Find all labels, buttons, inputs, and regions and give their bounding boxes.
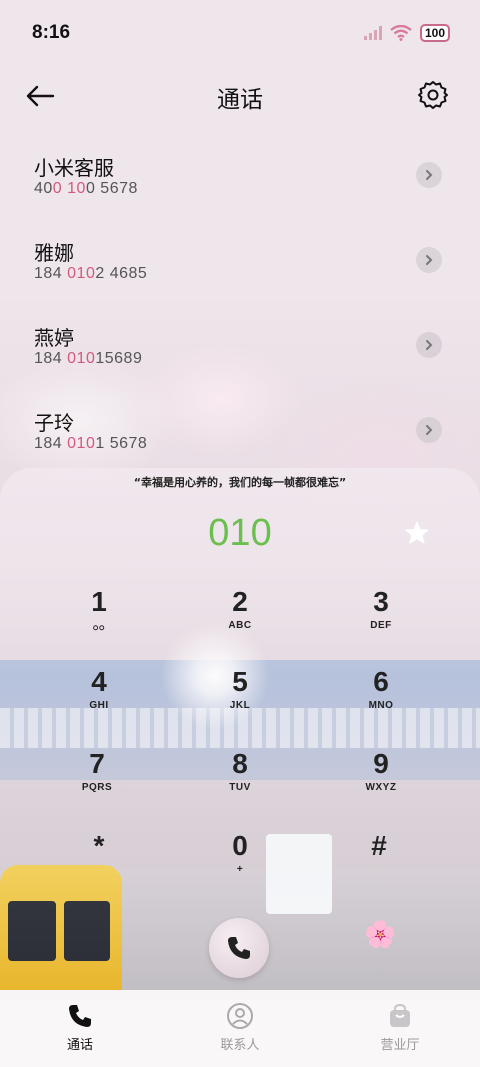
contact-number: 184 0102 4685 bbox=[34, 265, 147, 283]
page-title: 通话 bbox=[217, 87, 263, 113]
nav-tab-contacts[interactable]: 联系人 bbox=[160, 990, 320, 1067]
key-letters: + bbox=[236, 864, 244, 875]
chevron-right-icon[interactable] bbox=[416, 332, 442, 358]
key-digit: 3 bbox=[373, 586, 389, 617]
key-letters: ABC bbox=[228, 620, 252, 631]
number-match: 0 bbox=[52, 180, 63, 197]
key-digit: 6 bbox=[373, 666, 389, 697]
contact-number: 184 01015689 bbox=[34, 350, 142, 368]
chevron-right-icon[interactable] bbox=[416, 162, 442, 188]
contact-item[interactable]: 雅娜 184 0102 4685 bbox=[0, 225, 480, 310]
bag-icon bbox=[390, 1003, 410, 1027]
star-icon[interactable] bbox=[404, 520, 430, 546]
key-digit: 9 bbox=[373, 748, 389, 779]
call-button[interactable] bbox=[209, 918, 269, 978]
number-part: 15689 bbox=[95, 350, 143, 367]
number-part: 184 bbox=[34, 435, 68, 452]
wifi-icon bbox=[390, 25, 412, 41]
chevron-right-icon[interactable] bbox=[416, 417, 442, 443]
contact-item[interactable]: 燕婷 184 01015689 bbox=[0, 310, 480, 395]
number-part: 0 5678 bbox=[85, 180, 138, 197]
key-3[interactable]: 3 DEF bbox=[326, 586, 436, 656]
number-match: 010 bbox=[67, 265, 96, 282]
key-9[interactable]: 9 WXYZ bbox=[326, 748, 436, 818]
contact-name: 雅娜 bbox=[34, 241, 74, 265]
contact-list: 小米客服 400 100 5678 雅娜 184 0102 4685 燕婷 18… bbox=[0, 140, 480, 480]
number-match: 010 bbox=[67, 435, 96, 452]
number-part: 1 5678 bbox=[95, 435, 148, 452]
key-8[interactable]: 8 TUV bbox=[185, 748, 295, 818]
number-part: 184 bbox=[34, 350, 68, 367]
key-digit: 1 bbox=[91, 586, 107, 617]
status-icons: 100 bbox=[364, 24, 450, 42]
person-icon bbox=[227, 1003, 253, 1029]
key-7[interactable]: 7 PQRS bbox=[42, 748, 152, 818]
contact-item[interactable]: 小米客服 400 100 5678 bbox=[0, 140, 480, 225]
key-digit: * bbox=[93, 830, 105, 861]
key-digit: 4 bbox=[91, 666, 107, 697]
key-digit: 2 bbox=[232, 586, 248, 617]
key-1[interactable]: 1 ဝဝ bbox=[44, 586, 154, 656]
phone-icon bbox=[69, 1005, 91, 1027]
number-match: 010 bbox=[67, 350, 96, 367]
signal-icon bbox=[364, 26, 382, 40]
key-0[interactable]: 0 + bbox=[185, 830, 295, 900]
key-digit: 8 bbox=[232, 748, 248, 779]
nav-label: 营业厅 bbox=[380, 1038, 420, 1053]
nav-label: 通话 bbox=[66, 1038, 93, 1053]
number-part: 184 bbox=[34, 265, 68, 282]
key-2[interactable]: 2 ABC bbox=[185, 586, 295, 656]
key-hash[interactable]: # bbox=[324, 830, 434, 900]
bottom-nav: 通话 联系人 营业厅 bbox=[0, 990, 480, 1067]
key-star[interactable]: * bbox=[44, 830, 154, 900]
contact-name: 燕婷 bbox=[34, 326, 74, 350]
dial-panel: “幸福是用心养的，我们的每一帧都很难忘” 010 1 ဝဝ 2 ABC 3 DE… bbox=[0, 468, 480, 990]
key-digit: 5 bbox=[232, 666, 248, 697]
nav-tab-calls[interactable]: 通话 bbox=[0, 990, 160, 1067]
key-4[interactable]: 4 GHI bbox=[44, 666, 154, 736]
contact-number: 184 0101 5678 bbox=[34, 435, 147, 453]
key-digit: 0 bbox=[232, 830, 248, 861]
contact-name: 小米客服 bbox=[34, 156, 114, 180]
dial-slogan: “幸福是用心养的，我们的每一帧都很难忘” bbox=[133, 476, 347, 489]
contact-number: 400 100 5678 bbox=[34, 180, 138, 198]
contact-name: 子玲 bbox=[34, 411, 74, 435]
chevron-right-icon[interactable] bbox=[416, 247, 442, 273]
key-letters: DEF bbox=[370, 620, 392, 631]
key-letters: JKL bbox=[229, 700, 251, 711]
key-letters: GHI bbox=[89, 700, 109, 711]
voicemail-icon: ဝဝ bbox=[92, 622, 106, 633]
header: 通话 bbox=[0, 70, 480, 120]
number-part: 2 4685 bbox=[95, 265, 148, 282]
key-5[interactable]: 5 JKL bbox=[185, 666, 295, 736]
battery-icon: 100 bbox=[420, 24, 450, 42]
key-letters: PQRS bbox=[81, 782, 113, 793]
key-letters: TUV bbox=[229, 782, 251, 793]
key-digit: 7 bbox=[89, 748, 105, 779]
flower-icon[interactable]: 🌸 bbox=[364, 920, 396, 950]
gear-icon[interactable] bbox=[416, 78, 450, 112]
key-digit: # bbox=[371, 830, 387, 861]
phone-icon bbox=[228, 937, 250, 959]
key-6[interactable]: 6 MNO bbox=[326, 666, 436, 736]
key-letters: MNO bbox=[368, 700, 394, 711]
nav-label: 联系人 bbox=[220, 1038, 260, 1053]
status-bar: 8:16 100 bbox=[0, 0, 480, 66]
number-match: 10 bbox=[67, 180, 86, 197]
nav-tab-store[interactable]: 营业厅 bbox=[320, 990, 480, 1067]
number-part: 40 bbox=[34, 180, 53, 197]
status-time: 8:16 bbox=[32, 22, 71, 43]
key-letters: WXYZ bbox=[365, 782, 397, 793]
